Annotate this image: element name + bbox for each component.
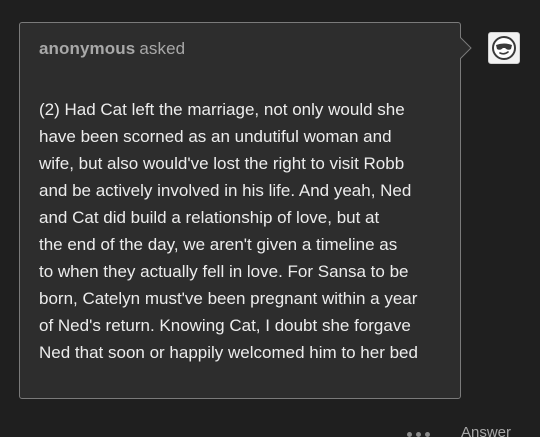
question-line: and Cat did build a relationship of love… bbox=[39, 208, 380, 227]
more-options-icon[interactable] bbox=[405, 429, 433, 437]
question-line: and be actively involved in his life. An… bbox=[39, 181, 412, 200]
answer-button[interactable]: Answer bbox=[461, 424, 511, 437]
anonymous-sunglasses-face-icon bbox=[492, 36, 516, 60]
asker-name[interactable]: anonymous bbox=[39, 39, 135, 58]
question-line: of Ned's return. Knowing Cat, I doubt sh… bbox=[39, 316, 411, 335]
anonymous-avatar[interactable] bbox=[488, 32, 520, 64]
post-actions-bar: Answer bbox=[0, 410, 540, 437]
question-text: (2) Had Cat left the marriage, not only … bbox=[39, 96, 449, 366]
question-line: born, Catelyn must've been pregnant with… bbox=[39, 289, 418, 308]
ask-card: anonymous asked (2) Had Cat left the marr… bbox=[19, 22, 461, 399]
question-line: wife, but also would've lost the right t… bbox=[39, 154, 405, 173]
question-line: to when they actually fell in love. For … bbox=[39, 262, 409, 281]
asker-line: anonymous asked bbox=[39, 39, 185, 59]
question-line: the end of the day, we aren't given a ti… bbox=[39, 235, 398, 254]
question-line: Ned that soon or happily welcomed him to… bbox=[39, 343, 418, 362]
question-line: have been scorned as an undutiful woman … bbox=[39, 127, 392, 146]
asked-label: asked bbox=[139, 39, 186, 58]
tumblr-ask-post: anonymous asked (2) Had Cat left the marr… bbox=[0, 0, 540, 437]
question-line: (2) Had Cat left the marriage, not only … bbox=[39, 100, 405, 119]
